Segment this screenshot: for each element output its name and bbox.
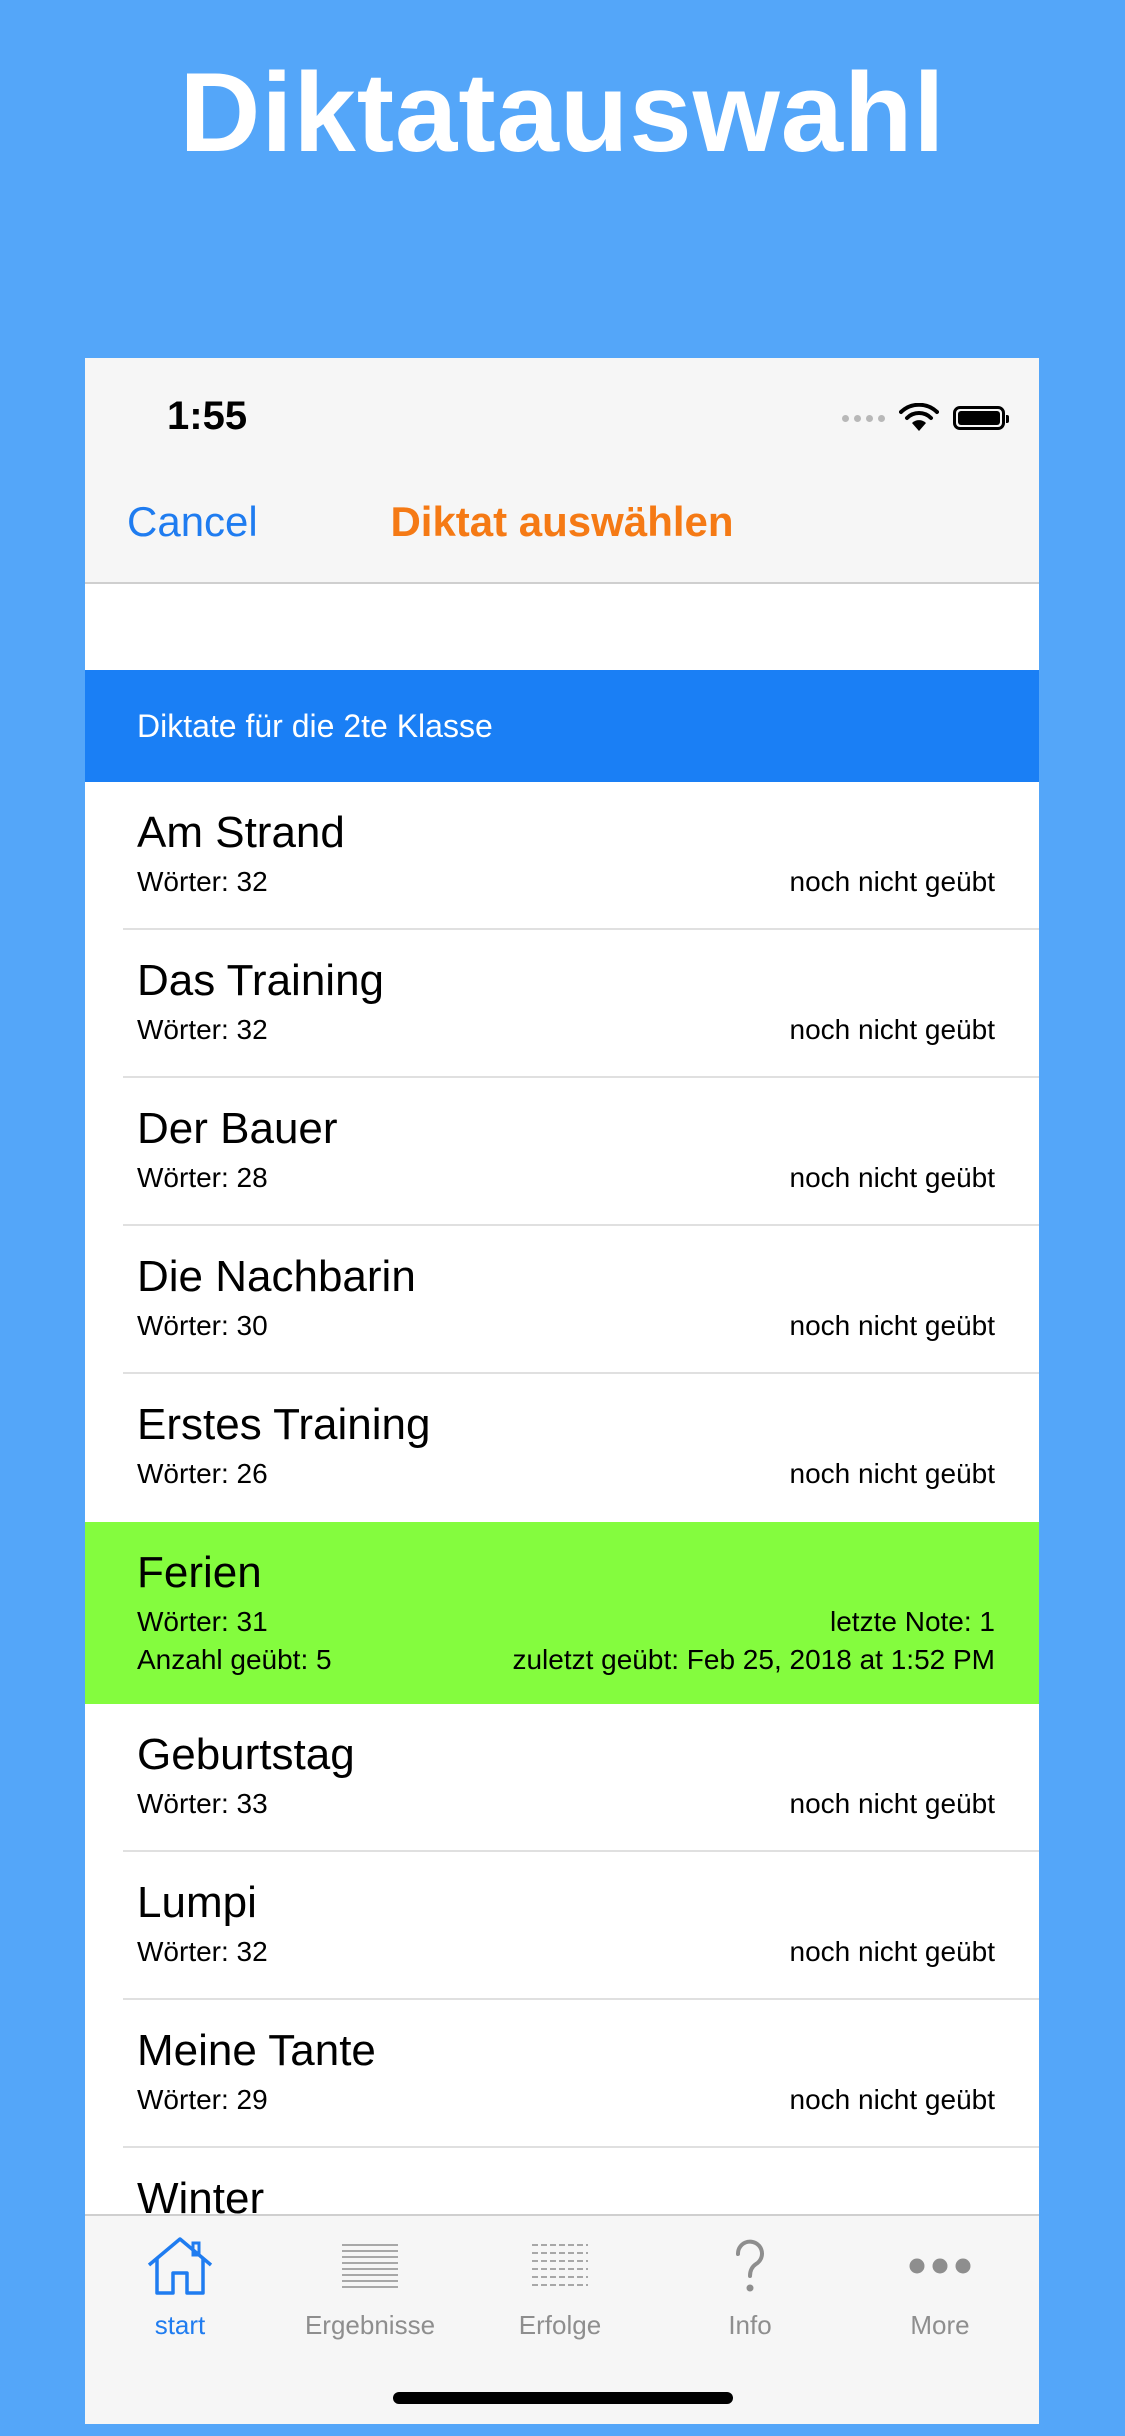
item-practice-count: Anzahl geübt: 5 xyxy=(137,1644,332,1675)
status-time: 1:55 xyxy=(167,394,248,438)
item-word-count: Wörter: 26 xyxy=(137,1458,268,1489)
list-item-selected[interactable]: Ferien Wörter: 31 letzte Note: 1 Anzahl … xyxy=(85,1522,1039,1704)
item-status: noch nicht geübt xyxy=(789,1788,996,1819)
wifi-icon xyxy=(899,403,939,431)
item-last-grade: letzte Note: 1 xyxy=(830,1606,995,1637)
item-word-count: Wörter: 32 xyxy=(137,1014,268,1045)
tab-info[interactable]: Info xyxy=(655,2234,845,2341)
dictation-list: Am Strand Wörter: 32 noch nicht geübt Da… xyxy=(85,782,1039,2296)
item-status: noch nicht geübt xyxy=(789,1162,996,1193)
list-item[interactable]: Die Nachbarin Wörter: 30 noch nicht geüb… xyxy=(85,1226,1039,1374)
item-word-count: Wörter: 29 xyxy=(137,2084,268,2115)
item-last-practiced: zuletzt geübt: Feb 25, 2018 at 1:52 PM xyxy=(512,1644,995,1675)
question-mark-icon xyxy=(735,2239,764,2292)
status-bar: 1:55 xyxy=(85,358,1039,468)
tab-label: Ergebnisse xyxy=(304,2310,436,2340)
grid-icon xyxy=(532,2244,588,2286)
list-lines-icon xyxy=(342,2244,398,2288)
item-status: noch nicht geübt xyxy=(789,1936,996,1967)
item-title: Die Nachbarin xyxy=(137,1252,416,1301)
item-word-count: Wörter: 30 xyxy=(137,1310,268,1341)
item-status: noch nicht geübt xyxy=(789,866,996,897)
list-item[interactable]: Das Training Wörter: 32 noch nicht geübt xyxy=(85,930,1039,1078)
nav-title: Diktat auswählen xyxy=(390,498,734,545)
item-status: noch nicht geübt xyxy=(789,1310,996,1341)
house-icon xyxy=(147,2237,213,2295)
section-header-label: Diktate für die 2te Klasse xyxy=(137,708,493,744)
item-status: noch nicht geübt xyxy=(789,2084,996,2115)
item-title: Am Strand xyxy=(137,808,345,857)
item-word-count: Wörter: 32 xyxy=(137,866,268,897)
list-item[interactable]: Am Strand Wörter: 32 noch nicht geübt xyxy=(85,782,1039,930)
tab-label: More xyxy=(910,2310,970,2340)
phone-screen: 1:55 Cancel Diktat auswählen Diktate für… xyxy=(85,358,1039,2424)
status-icons xyxy=(842,400,1009,436)
tab-start[interactable]: start xyxy=(85,2234,275,2341)
navigation-bar: Cancel Diktat auswählen xyxy=(85,468,1039,584)
tab-label: start xyxy=(154,2310,206,2340)
item-word-count: Wörter: 28 xyxy=(137,1162,268,1193)
tab-more[interactable]: More xyxy=(845,2234,1035,2341)
item-title: Erstes Training xyxy=(137,1400,431,1449)
item-title: Der Bauer xyxy=(137,1104,338,1153)
tab-label: Erfolge xyxy=(518,2310,602,2340)
tab-erfolge[interactable]: Erfolge xyxy=(465,2234,655,2341)
item-title: Ferien xyxy=(137,1548,262,1597)
signal-icon xyxy=(842,414,885,422)
item-word-count: Wörter: 32 xyxy=(137,1936,268,1967)
list-item[interactable]: Geburtstag Wörter: 33 noch nicht geübt xyxy=(85,1704,1039,1852)
section-header: Diktate für die 2te Klasse xyxy=(85,670,1039,782)
item-status: noch nicht geübt xyxy=(789,1014,996,1045)
item-title: Das Training xyxy=(137,956,385,1005)
list-item[interactable]: Meine Tante Wörter: 29 noch nicht geübt xyxy=(85,2000,1039,2148)
item-word-count: Wörter: 33 xyxy=(137,1788,268,1819)
battery-icon xyxy=(953,406,1009,430)
tab-label: Info xyxy=(728,2310,772,2340)
home-indicator[interactable] xyxy=(393,2392,733,2404)
item-word-count: Wörter: 31 xyxy=(137,1606,268,1637)
more-dots-icon xyxy=(909,2258,971,2274)
tab-ergebnisse[interactable]: Ergebnisse xyxy=(275,2234,465,2341)
item-title: Meine Tante xyxy=(137,2026,376,2075)
item-title: Geburtstag xyxy=(137,1730,355,1779)
list-item[interactable]: Lumpi Wörter: 32 noch nicht geübt xyxy=(85,1852,1039,2000)
list-item[interactable]: Der Bauer Wörter: 28 noch nicht geübt xyxy=(85,1078,1039,1226)
list-item[interactable]: Erstes Training Wörter: 26 noch nicht ge… xyxy=(85,1374,1039,1522)
headline: Diktatauswahl xyxy=(179,50,946,175)
tab-bar: start Ergebnisse Erfolge Info More xyxy=(85,2214,1039,2424)
item-title: Lumpi xyxy=(137,1878,257,1927)
item-status: noch nicht geübt xyxy=(789,1458,996,1489)
